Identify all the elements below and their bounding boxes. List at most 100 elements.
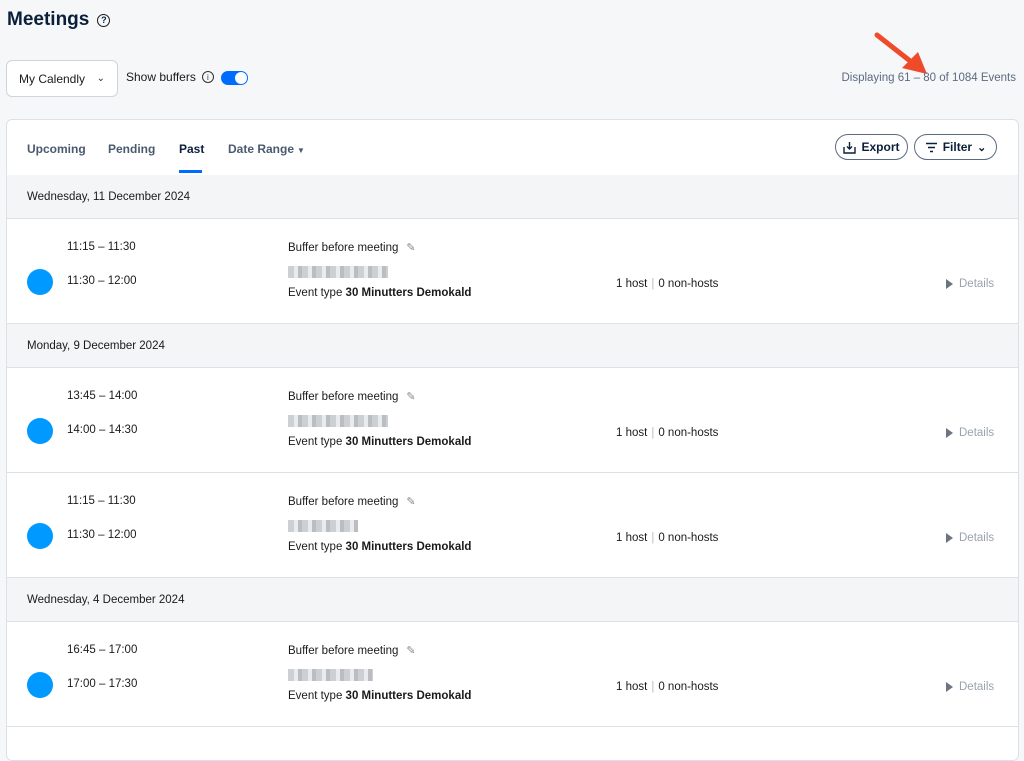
pencil-icon[interactable]: ✎ bbox=[406, 241, 415, 254]
event-type: Event type 30 Minutters Demokald bbox=[288, 287, 471, 299]
buffer-label: Buffer before meeting ✎ bbox=[288, 495, 416, 509]
separator: | bbox=[651, 427, 655, 439]
buffer-label-text: Buffer before meeting bbox=[288, 390, 399, 403]
tab-bar: Upcoming Pending Past Date Range ▼ Export… bbox=[7, 120, 1018, 176]
filter-label: Filter bbox=[942, 140, 973, 154]
host-summary: 1 host | 0 non-hosts bbox=[616, 427, 718, 439]
toggle-knob bbox=[235, 72, 247, 84]
play-icon bbox=[946, 428, 953, 438]
buffer-label: Buffer before meeting ✎ bbox=[288, 241, 416, 255]
event-row[interactable]: 11:15 – 11:30 11:30 – 12:00 Buffer befor… bbox=[7, 219, 1018, 324]
details-toggle[interactable]: Details bbox=[946, 681, 994, 693]
event-color-dot bbox=[27, 269, 53, 295]
host-summary: 1 host | 0 non-hosts bbox=[616, 278, 718, 290]
caret-down-icon: ▼ bbox=[297, 146, 305, 155]
buffer-label: Buffer before meeting ✎ bbox=[288, 644, 416, 658]
host-count: 1 host bbox=[616, 532, 648, 544]
event-type-label: Event type bbox=[288, 436, 343, 448]
buffer-time: 11:15 – 11:30 bbox=[67, 495, 136, 507]
details-label: Details bbox=[959, 532, 995, 544]
export-button[interactable]: Export bbox=[835, 134, 908, 160]
meetings-card: Upcoming Pending Past Date Range ▼ Export… bbox=[6, 119, 1019, 761]
separator: | bbox=[651, 681, 655, 693]
event-time: 17:00 – 17:30 bbox=[67, 678, 138, 690]
date-header: Monday, 9 December 2024 bbox=[7, 324, 1018, 368]
host-summary: 1 host | 0 non-hosts bbox=[616, 681, 718, 693]
event-row[interactable]: 16:45 – 17:00 17:00 – 17:30 Buffer befor… bbox=[7, 622, 1018, 727]
tab-upcoming[interactable]: Upcoming bbox=[27, 142, 86, 156]
event-type: Event type 30 Minutters Demokald bbox=[288, 436, 471, 448]
separator: | bbox=[651, 532, 655, 544]
host-count: 1 host bbox=[616, 681, 648, 693]
non-host-count: 0 non-hosts bbox=[658, 532, 719, 544]
invitee-name-redacted bbox=[288, 415, 388, 427]
event-type-label: Event type bbox=[288, 541, 343, 553]
buffer-time: 16:45 – 17:00 bbox=[67, 644, 138, 656]
buffer-label: Buffer before meeting ✎ bbox=[288, 390, 416, 404]
export-icon bbox=[843, 141, 857, 154]
tab-date-range[interactable]: Date Range ▼ bbox=[228, 142, 305, 156]
non-host-count: 0 non-hosts bbox=[658, 681, 719, 693]
non-host-count: 0 non-hosts bbox=[658, 278, 719, 290]
invitee-name-redacted bbox=[288, 520, 358, 532]
event-type-name: 30 Minutters Demokald bbox=[345, 541, 472, 553]
pencil-icon[interactable]: ✎ bbox=[406, 495, 415, 508]
help-icon[interactable]: ? bbox=[97, 13, 111, 27]
details-toggle[interactable]: Details bbox=[946, 278, 994, 290]
play-icon bbox=[946, 533, 953, 543]
event-type: Event type 30 Minutters Demokald bbox=[288, 541, 471, 553]
details-label: Details bbox=[959, 278, 995, 290]
event-type-name: 30 Minutters Demokald bbox=[345, 436, 472, 448]
event-type-label: Event type bbox=[288, 287, 343, 299]
chevron-down-icon: ⌄ bbox=[977, 141, 987, 154]
play-icon bbox=[946, 279, 953, 289]
chevron-down-icon: ⌄ bbox=[96, 73, 105, 84]
event-time: 11:30 – 12:00 bbox=[67, 529, 137, 541]
event-time: 11:30 – 12:00 bbox=[67, 275, 137, 287]
event-color-dot bbox=[27, 672, 53, 698]
active-tab-indicator bbox=[179, 170, 202, 173]
pencil-icon[interactable]: ✎ bbox=[406, 390, 415, 403]
date-header: Wednesday, 11 December 2024 bbox=[7, 175, 1018, 219]
filter-icon bbox=[925, 142, 937, 152]
details-label: Details bbox=[959, 427, 995, 439]
details-label: Details bbox=[959, 681, 995, 693]
details-toggle[interactable]: Details bbox=[946, 532, 994, 544]
host-summary: 1 host | 0 non-hosts bbox=[616, 532, 718, 544]
invitee-name-redacted bbox=[288, 266, 388, 278]
play-icon bbox=[946, 682, 953, 692]
details-toggle[interactable]: Details bbox=[946, 427, 994, 439]
host-count: 1 host bbox=[616, 278, 648, 290]
calendar-select[interactable]: My Calendly ⌄ bbox=[6, 60, 118, 97]
event-time: 14:00 – 14:30 bbox=[67, 424, 138, 436]
page-title: Meetings bbox=[7, 9, 90, 30]
filter-button[interactable]: Filter ⌄ bbox=[914, 134, 997, 160]
event-color-dot bbox=[27, 418, 53, 444]
calendar-select-value: My Calendly bbox=[19, 71, 86, 86]
tab-date-range-label: Date Range bbox=[228, 142, 295, 156]
tab-past[interactable]: Past bbox=[179, 142, 204, 156]
event-row[interactable]: 13:45 – 14:00 14:00 – 14:30 Buffer befor… bbox=[7, 368, 1018, 473]
export-label: Export bbox=[861, 140, 900, 154]
show-buffers-toggle[interactable] bbox=[221, 71, 248, 85]
date-header: Wednesday, 4 December 2024 bbox=[7, 578, 1018, 622]
pencil-icon[interactable]: ✎ bbox=[406, 644, 415, 657]
event-color-dot bbox=[27, 523, 53, 549]
info-icon[interactable]: i bbox=[201, 71, 214, 83]
buffer-time: 11:15 – 11:30 bbox=[67, 241, 136, 253]
event-type-label: Event type bbox=[288, 690, 343, 702]
show-buffers-label: Show buffers bbox=[126, 70, 196, 84]
buffer-label-text: Buffer before meeting bbox=[288, 644, 399, 657]
buffer-time: 13:45 – 14:00 bbox=[67, 390, 138, 402]
event-type: Event type 30 Minutters Demokald bbox=[288, 690, 471, 702]
non-host-count: 0 non-hosts bbox=[658, 427, 719, 439]
buffer-label-text: Buffer before meeting bbox=[288, 495, 399, 508]
buffer-label-text: Buffer before meeting bbox=[288, 241, 399, 254]
displaying-count: Displaying 61 – 80 of 1084 Events bbox=[841, 72, 1016, 84]
event-type-name: 30 Minutters Demokald bbox=[345, 287, 472, 299]
event-row[interactable]: 11:15 – 11:30 11:30 – 12:00 Buffer befor… bbox=[7, 473, 1018, 578]
tab-pending[interactable]: Pending bbox=[108, 142, 155, 156]
invitee-name-redacted bbox=[288, 669, 373, 681]
page-title-block: Meetings ? bbox=[7, 9, 111, 31]
separator: | bbox=[651, 278, 655, 290]
